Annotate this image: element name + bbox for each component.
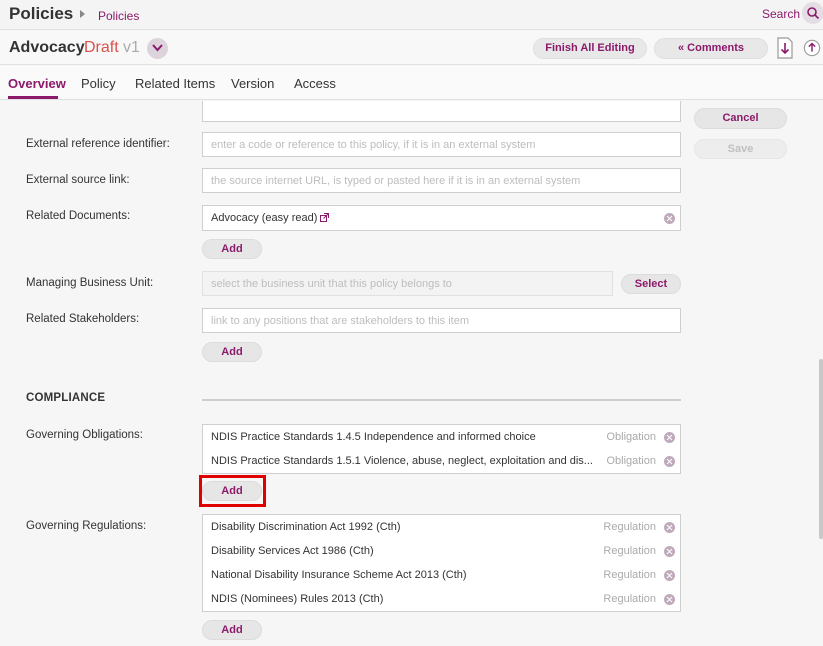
tab-access[interactable]: Access [294,76,336,91]
add-stakeholder-button[interactable]: Add [202,342,262,362]
document-version: v1 [123,39,140,56]
list-item: NDIS (Nominees) Rules 2013 (Cth) Regulat… [203,587,680,611]
select-business-unit-button[interactable]: Select [621,274,681,294]
cancel-button[interactable]: Cancel [694,108,787,129]
regulation-type: Regulation [603,521,656,533]
add-related-document-button[interactable]: Add [202,239,262,259]
remove-icon[interactable] [664,432,675,443]
list-item: NDIS Practice Standards 1.4.5 Independen… [203,425,680,449]
comments-button[interactable]: « Comments [654,38,768,59]
upload-icon[interactable] [803,37,821,59]
tab-version[interactable]: Version [231,76,274,91]
remove-icon[interactable] [664,546,675,557]
search-icon [807,7,820,20]
scrollbar[interactable] [819,359,823,539]
breadcrumb-policies[interactable]: Policies [98,9,139,23]
document-title: Advocacy [9,39,85,56]
related-document-item[interactable]: Advocacy (easy read) [211,212,596,224]
regulation-title[interactable]: National Disability Insurance Scheme Act… [211,569,596,581]
tab-policy[interactable]: Policy [81,76,116,91]
regulation-type: Regulation [603,593,656,605]
download-icon[interactable] [776,37,794,59]
obligation-type: Obligation [606,431,656,443]
search-button[interactable] [802,2,823,24]
list-item: Advocacy (easy read) [203,206,680,230]
version-menu-button[interactable] [147,38,168,59]
app-title: Policies [9,4,74,23]
remove-icon[interactable] [664,456,675,467]
top-bar: Policies Policies Search [0,0,823,30]
remove-icon[interactable] [664,570,675,581]
chevron-down-icon [152,44,163,52]
managing-business-unit-input [203,272,612,295]
governing-obligations-list: NDIS Practice Standards 1.4.5 Independen… [202,424,681,474]
regulation-title[interactable]: Disability Services Act 1986 (Cth) [211,545,596,557]
search-label[interactable]: Search [762,7,800,21]
regulation-title[interactable]: NDIS (Nominees) Rules 2013 (Cth) [211,593,596,605]
tab-bar: Overview Policy Related Items Version Ac… [0,66,823,100]
external-reference-input[interactable] [203,133,680,156]
list-item: National Disability Insurance Scheme Act… [203,563,680,587]
highlight-box [199,475,266,507]
save-button[interactable]: Save [694,139,787,159]
compliance-heading: COMPLIANCE [26,392,106,404]
related-stakeholders-field[interactable] [202,308,681,333]
regulation-type: Regulation [603,569,656,581]
document-title-bar: Advocacy Draft v1 Finish All Editing « C… [0,31,823,65]
obligation-title[interactable]: NDIS Practice Standards 1.4.5 Independen… [211,431,596,443]
governing-regulations-label: Governing Regulations: [26,520,147,532]
external-reference-label: External reference identifier: [26,138,170,150]
external-source-link-label: External source link: [26,174,130,186]
obligation-title[interactable]: NDIS Practice Standards 1.5.1 Violence, … [211,455,596,467]
remove-icon[interactable] [664,213,675,224]
governing-regulations-list: Disability Discrimination Act 1992 (Cth)… [202,514,681,612]
remove-icon[interactable] [664,594,675,605]
regulation-type: Regulation [603,545,656,557]
obligation-type: Obligation [606,455,656,467]
governing-obligations-label: Governing Obligations: [26,429,143,441]
related-stakeholders-input[interactable] [203,309,680,332]
external-reference-field[interactable] [202,132,681,157]
related-documents-label: Related Documents: [26,210,131,222]
active-tab-indicator [8,96,58,99]
compliance-divider [202,399,681,401]
list-item: Disability Discrimination Act 1992 (Cth)… [203,515,680,539]
finish-all-editing-button[interactable]: Finish All Editing [533,38,647,59]
external-link-icon[interactable] [320,213,330,222]
breadcrumb-arrow-icon [80,10,85,18]
add-regulation-button[interactable]: Add [202,620,262,640]
overview-form: Cancel Save External reference identifie… [0,101,823,646]
list-item: NDIS Practice Standards 1.5.1 Violence, … [203,449,680,473]
remove-icon[interactable] [664,522,675,533]
document-state: Draft [84,39,119,56]
external-source-link-input[interactable] [203,169,680,192]
tab-related-items[interactable]: Related Items [135,76,215,91]
related-document-title[interactable]: Advocacy (easy read) [211,212,317,224]
managing-business-unit-field [202,271,613,296]
external-source-link-field[interactable] [202,168,681,193]
tab-overview[interactable]: Overview [8,76,66,91]
previous-field-box[interactable] [202,101,681,122]
related-documents-list: Advocacy (easy read) [202,205,681,231]
managing-business-unit-label: Managing Business Unit: [26,277,154,289]
list-item: Disability Services Act 1986 (Cth) Regul… [203,539,680,563]
related-stakeholders-label: Related Stakeholders: [26,313,140,325]
regulation-title[interactable]: Disability Discrimination Act 1992 (Cth) [211,521,596,533]
